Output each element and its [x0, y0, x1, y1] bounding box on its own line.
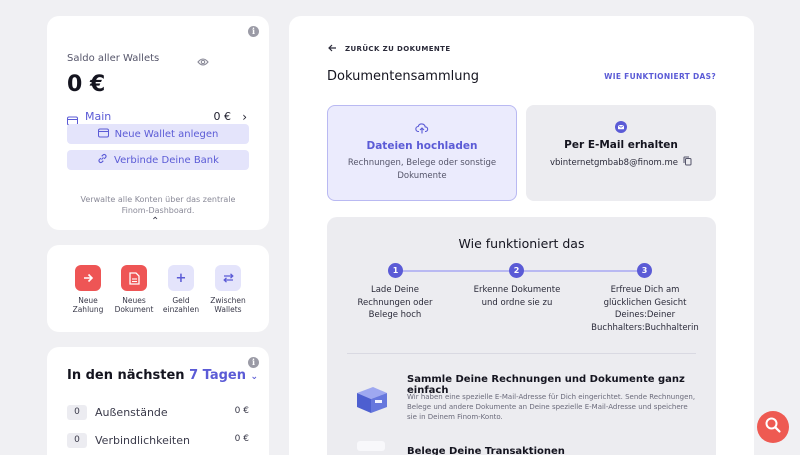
- wallet-balance-label: Saldo aller Wallets: [67, 53, 160, 64]
- wallet-card: i Saldo aller Wallets 0 € Main 0 € › Neu…: [47, 16, 269, 230]
- email-address-row: vbinternetgmbab8@finom.me: [526, 156, 716, 169]
- mailbox-illustration-icon: [353, 381, 389, 419]
- document-collection-panel: ZURÜCK ZU DOKUMENTE Dokumentensammlung W…: [289, 16, 754, 455]
- upcoming-title: In den nächsten 7 Tagen ⌄: [67, 368, 258, 383]
- step-number: 3: [637, 263, 652, 278]
- new-payment-label: Neue Zahlung: [72, 296, 104, 314]
- arrow-right-icon: [75, 265, 101, 291]
- mail-icon: [614, 119, 628, 133]
- period-label: 7 Tagen: [189, 368, 246, 383]
- link-icon: [97, 153, 108, 167]
- chevron-right-icon: ›: [242, 110, 247, 124]
- help-search-button[interactable]: [757, 411, 789, 443]
- upload-files-option[interactable]: Dateien hochladen Rechnungen, Belege ode…: [327, 105, 517, 201]
- step-number: 1: [388, 263, 403, 278]
- step-text: Lade Deine Rechnungen oder Belege hoch: [357, 285, 433, 320]
- step-text: Erkenne Dokumente und ordne sie zu: [473, 285, 561, 308]
- connect-bank-label: Verbinde Deine Bank: [114, 154, 219, 166]
- row-amount: 0 €: [234, 434, 249, 444]
- feature-text: Wir haben eine spezielle E-Mail-Adresse …: [407, 393, 696, 421]
- new-document-action[interactable]: Neues Dokument: [114, 265, 154, 314]
- how-title: Wie funktioniert das: [458, 236, 585, 251]
- wallet-balance: 0 €: [67, 72, 106, 97]
- wallet-note: Verwalte alle Konten über das zentrale F…: [80, 195, 236, 215]
- how-it-works-section: Wie funktioniert das 1 2 3 Lade Deine Re…: [327, 217, 716, 455]
- upload-subtitle: Rechnungen, Belege oder sonstige Dokumen…: [347, 158, 497, 181]
- chevron-up-icon[interactable]: ⌃: [151, 216, 159, 227]
- period-dropdown[interactable]: 7 Tagen ⌄: [189, 368, 258, 383]
- back-link[interactable]: ZURÜCK ZU DOKUMENTE: [328, 44, 451, 54]
- new-document-label: Neues Dokument: [114, 296, 154, 314]
- chevron-down-icon: ⌄: [250, 372, 259, 382]
- cloud-upload-icon: [415, 120, 429, 134]
- how-it-works-link[interactable]: WIE FUNKTIONIERT DAS?: [604, 72, 716, 81]
- count-badge: 0: [67, 433, 87, 448]
- main-wallet-row[interactable]: Main 0 € ›: [67, 109, 249, 126]
- row-label: Außenstände: [95, 406, 168, 419]
- main-wallet-label: Main: [85, 110, 112, 123]
- email-address: vbinternetgmbab8@finom.me: [549, 157, 679, 168]
- info-icon[interactable]: i: [248, 357, 259, 368]
- upcoming-title-prefix: In den nächsten: [67, 368, 185, 383]
- connect-bank-button[interactable]: Verbinde Deine Bank: [67, 150, 249, 170]
- eye-icon[interactable]: [197, 52, 209, 71]
- transfer-icon: [215, 265, 241, 291]
- upcoming-card: i In den nächsten 7 Tagen ⌄ 0 Außenständ…: [47, 347, 269, 455]
- copy-icon[interactable]: [683, 156, 692, 169]
- deposit-label: Geld einzahlen: [162, 296, 200, 314]
- deposit-action[interactable]: + Geld einzahlen: [161, 265, 201, 314]
- arrow-left-icon: [328, 44, 337, 54]
- wallet-icon: [97, 128, 109, 141]
- upload-title: Dateien hochladen: [366, 140, 478, 152]
- new-wallet-button[interactable]: Neue Wallet anlegen: [67, 124, 249, 144]
- feature-title: Belege Deine Transaktionen: [407, 446, 565, 455]
- transfer-between-wallets-action[interactable]: Zwischen Wallets: [208, 265, 248, 314]
- search-icon: [764, 416, 782, 438]
- receipt-illustration-icon: [357, 441, 385, 451]
- row-amount: 0 €: [234, 406, 249, 416]
- divider: [347, 353, 696, 354]
- email-title: Per E-Mail erhalten: [564, 139, 678, 151]
- upcoming-row[interactable]: 0 Außenstände 0 €: [67, 405, 249, 421]
- transfer-label: Zwischen Wallets: [210, 296, 246, 314]
- quick-actions-card: Neue Zahlung Neues Dokument + Geld einza…: [47, 245, 269, 332]
- step-text: Erfreue Dich am glücklichen Gesicht Dein…: [591, 285, 699, 333]
- upcoming-row[interactable]: 0 Verbindlichkeiten 0 €: [67, 433, 249, 449]
- info-icon[interactable]: i: [248, 26, 259, 37]
- new-payment-action[interactable]: Neue Zahlung: [68, 265, 108, 314]
- back-link-label: ZURÜCK ZU DOKUMENTE: [345, 45, 451, 53]
- main-wallet-amount: 0 €: [213, 110, 232, 123]
- page-title: Dokumentensammlung: [327, 69, 479, 84]
- document-icon: [121, 265, 147, 291]
- email-receive-option[interactable]: Per E-Mail erhalten vbinternetgmbab8@fin…: [526, 105, 716, 201]
- plus-icon: +: [168, 265, 194, 291]
- count-badge: 0: [67, 405, 87, 420]
- new-wallet-label: Neue Wallet anlegen: [114, 128, 219, 140]
- row-label: Verbindlichkeiten: [95, 434, 190, 447]
- step-number: 2: [509, 263, 524, 278]
